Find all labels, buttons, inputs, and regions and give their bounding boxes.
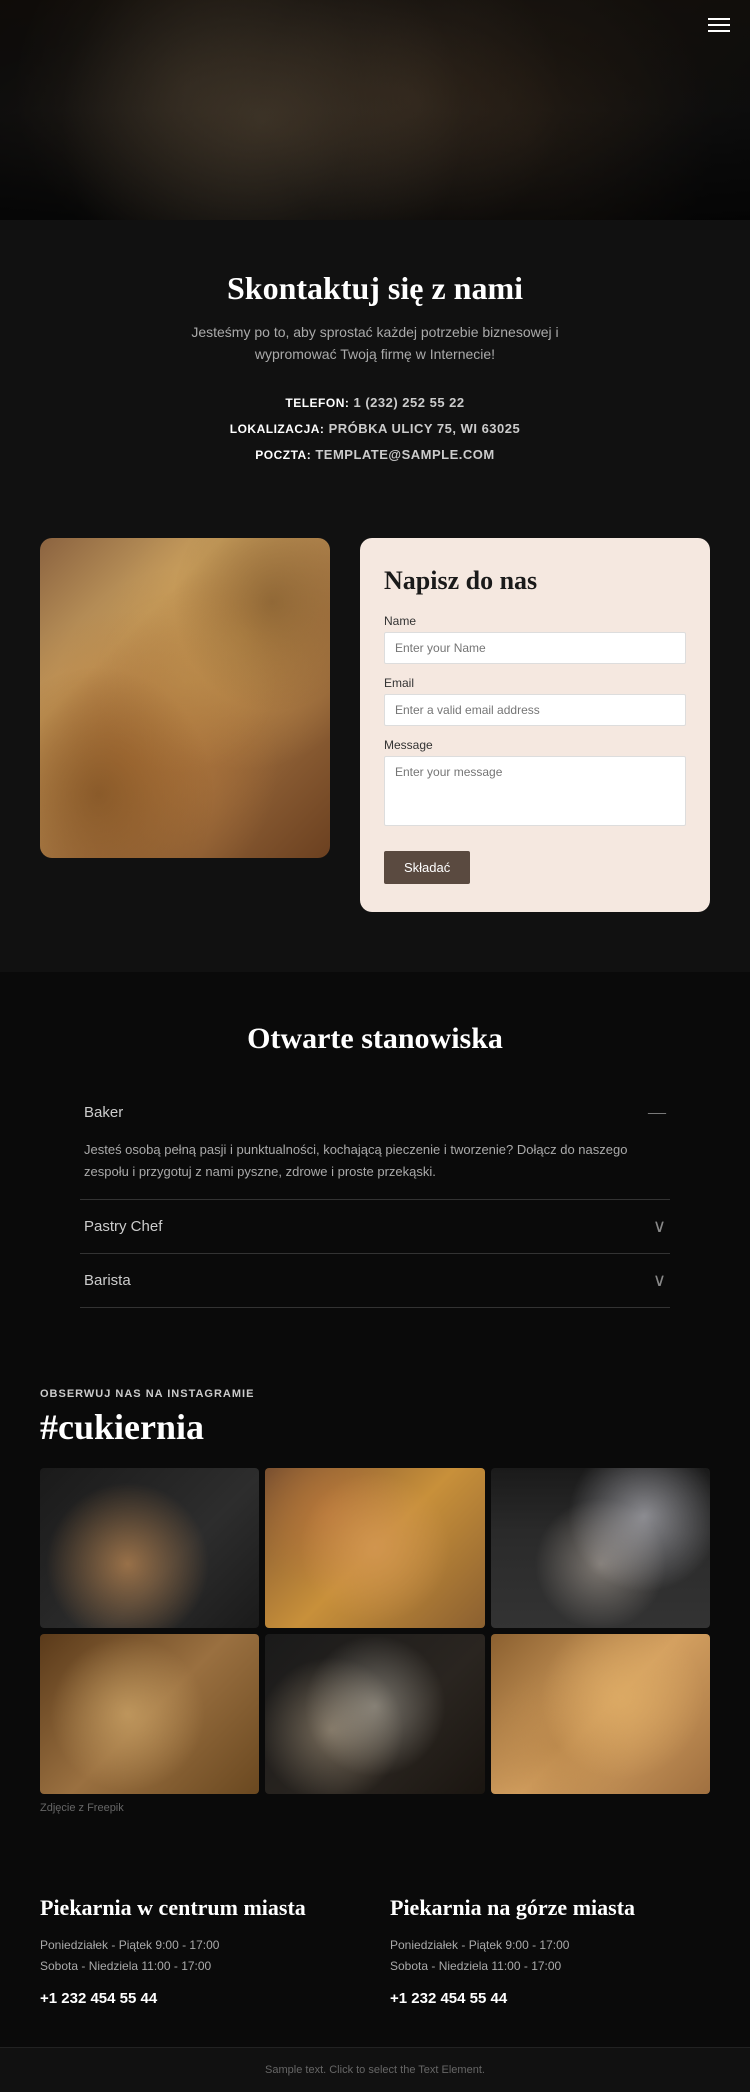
footer-text: Sample text. Click to select the Text El… xyxy=(40,2064,710,2076)
location-center-phone: +1 232 454 55 44 xyxy=(40,1990,360,2007)
location-upper-phone: +1 232 454 55 44 xyxy=(390,1990,710,2007)
location-upper: Piekarnia na górze miasta Poniedziałek -… xyxy=(390,1894,710,2007)
instagram-photo-3 xyxy=(491,1468,710,1628)
job-collapse-icon-baker: — xyxy=(648,1102,666,1123)
job-header-baker[interactable]: Baker — xyxy=(80,1086,670,1139)
menu-icon[interactable] xyxy=(708,14,730,36)
contact-subtitle: Jesteśmy po to, aby sprostać każdej potr… xyxy=(80,321,670,366)
contact-heading: Skontaktuj się z nami xyxy=(80,270,670,307)
job-description-baker: Jesteś osobą pełną pasji i punktualności… xyxy=(84,1139,666,1183)
name-label: Name xyxy=(384,614,686,628)
form-section: Napisz do nas Name Email Message Składać xyxy=(0,508,750,972)
contact-form: Name Email Message Składać xyxy=(384,614,686,884)
name-group: Name xyxy=(384,614,686,664)
jobs-section: Otwarte stanowiska Baker — Jesteś osobą … xyxy=(0,972,750,1348)
instagram-photo-1 xyxy=(40,1468,259,1628)
email-group: Email xyxy=(384,676,686,726)
email-line: POCZTA: TEMPLATE@SAMPLE.COM xyxy=(80,442,670,468)
job-header-barista[interactable]: Barista ∨ xyxy=(80,1254,670,1307)
job-title-barista: Barista xyxy=(84,1272,131,1289)
job-header-pastry[interactable]: Pastry Chef ∨ xyxy=(80,1200,670,1253)
footer: Sample text. Click to select the Text El… xyxy=(0,2047,750,2092)
message-input[interactable] xyxy=(384,756,686,826)
job-title-baker: Baker xyxy=(84,1104,123,1121)
job-expand-icon-pastry: ∨ xyxy=(653,1216,666,1237)
bread-image xyxy=(40,538,330,858)
contact-section: Skontaktuj się z nami Jesteśmy po to, ab… xyxy=(0,220,750,508)
form-heading: Napisz do nas xyxy=(384,566,686,596)
message-group: Message xyxy=(384,738,686,831)
message-label: Message xyxy=(384,738,686,752)
location-upper-hours: Poniedziałek - Piątek 9:00 - 17:00 Sobot… xyxy=(390,1935,710,1978)
freepik-credit: Zdjęcie z Freepik xyxy=(40,1802,710,1814)
job-title-pastry: Pastry Chef xyxy=(84,1218,162,1235)
email-label: Email xyxy=(384,676,686,690)
location-center-hours: Poniedziałek - Piątek 9:00 - 17:00 Sobot… xyxy=(40,1935,360,1978)
instagram-photo-2 xyxy=(265,1468,484,1628)
job-item-baker: Baker — Jesteś osobą pełną pasji i punkt… xyxy=(80,1086,670,1200)
submit-button[interactable]: Składać xyxy=(384,851,470,884)
job-expand-icon-barista: ∨ xyxy=(653,1270,666,1291)
instagram-photo-5 xyxy=(265,1634,484,1794)
hero-overlay xyxy=(0,0,750,220)
location-center-name: Piekarnia w centrum miasta xyxy=(40,1894,360,1923)
phone-line: TELEFON: 1 (232) 252 55 22 xyxy=(80,390,670,416)
instagram-label: OBSERWUJ NAS NA INSTAGRAMIE xyxy=(40,1388,710,1400)
email-input[interactable] xyxy=(384,694,686,726)
job-content-baker: Jesteś osobą pełną pasji i punktualności… xyxy=(80,1139,670,1199)
hero-section xyxy=(0,0,750,220)
job-item-barista: Barista ∨ xyxy=(80,1254,670,1308)
location-line: LOKALIZACJA: PRÓBKA ULICY 75, WI 63025 xyxy=(80,416,670,442)
photo-grid xyxy=(40,1468,710,1794)
instagram-photo-4 xyxy=(40,1634,259,1794)
instagram-tag: #cukiernia xyxy=(40,1406,710,1448)
contact-details: TELEFON: 1 (232) 252 55 22 LOKALIZACJA: … xyxy=(80,390,670,468)
job-item-pastry: Pastry Chef ∨ xyxy=(80,1200,670,1254)
location-center: Piekarnia w centrum miasta Poniedziałek … xyxy=(40,1894,360,2007)
contact-form-card: Napisz do nas Name Email Message Składać xyxy=(360,538,710,912)
instagram-section: OBSERWUJ NAS NA INSTAGRAMIE #cukiernia Z… xyxy=(0,1348,750,1864)
location-upper-name: Piekarnia na górze miasta xyxy=(390,1894,710,1923)
jobs-heading: Otwarte stanowiska xyxy=(80,1022,670,1056)
locations-section: Piekarnia w centrum miasta Poniedziałek … xyxy=(0,1864,750,2047)
instagram-photo-6 xyxy=(491,1634,710,1794)
name-input[interactable] xyxy=(384,632,686,664)
